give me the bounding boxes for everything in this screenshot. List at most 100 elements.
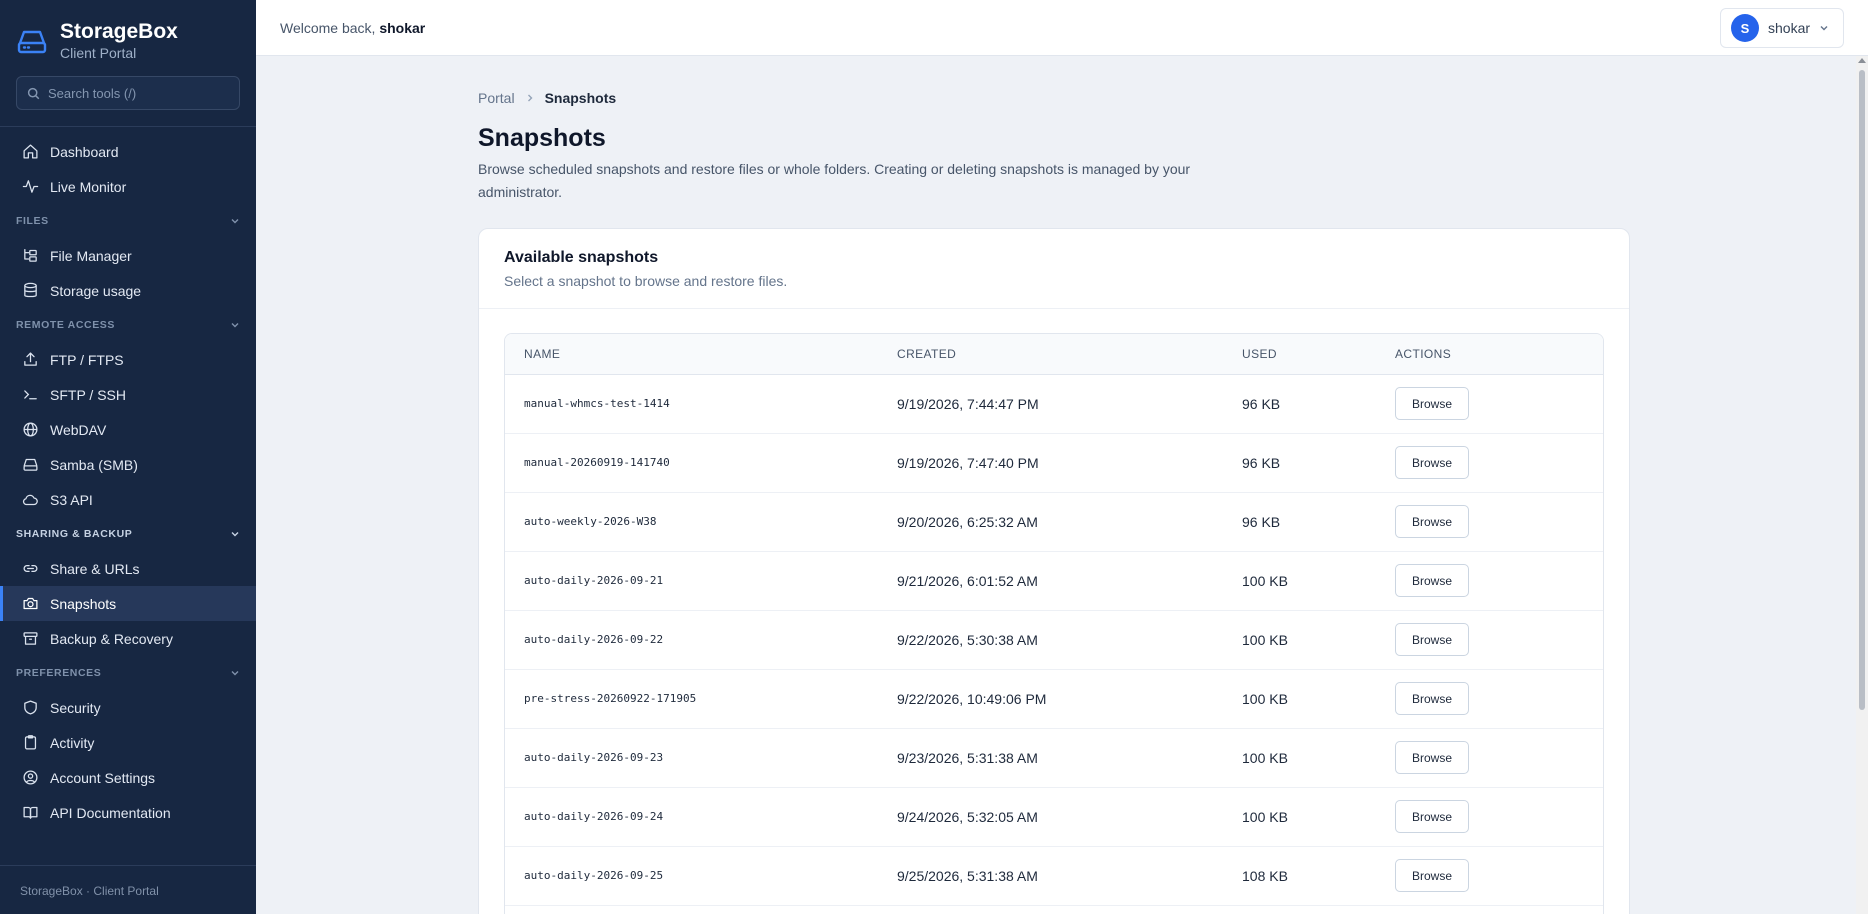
snapshot-used: 96 KB: [1242, 433, 1395, 493]
browse-button[interactable]: Browse: [1395, 623, 1469, 656]
sidebar-item-webdav[interactable]: WebDAV: [0, 412, 256, 447]
sidebar-item-sftp[interactable]: SFTP / SSH: [0, 377, 256, 412]
welcome-message: Welcome back, shokar: [280, 20, 425, 36]
sidebar-item-api-documentation[interactable]: API Documentation: [0, 795, 256, 830]
sidebar-item-label: Live Monitor: [50, 178, 127, 195]
chevron-down-icon: [1820, 26, 1828, 31]
snapshot-actions: Browse: [1395, 433, 1603, 493]
user-name: shokar: [1768, 20, 1811, 36]
welcome-prefix: Welcome back,: [280, 20, 380, 36]
sidebar-nav: Dashboard Live Monitor FILES File Manage…: [0, 134, 256, 830]
snapshot-actions: Browse: [1395, 551, 1603, 611]
sidebar-item-file-manager[interactable]: File Manager: [0, 238, 256, 273]
sidebar-footer: StorageBox · Client Portal: [0, 865, 256, 914]
database-icon: [24, 282, 37, 298]
scrollbar-thumb[interactable]: [1859, 70, 1865, 710]
card-divider: [479, 308, 1629, 309]
snapshot-used: 108 KB: [1242, 846, 1395, 906]
sidebar-item-label: Activity: [50, 734, 95, 751]
snapshot-created: 9/20/2026, 6:25:32 AM: [897, 492, 1242, 552]
search-box[interactable]: [16, 76, 240, 110]
snapshot-used: 100 KB: [1242, 551, 1395, 611]
sidebar-item-ftp[interactable]: FTP / FTPS: [0, 342, 256, 377]
sidebar-item-label: Backup & Recovery: [50, 630, 173, 647]
browse-button[interactable]: Browse: [1395, 446, 1469, 479]
topbar: Welcome back, shokar S shokar: [256, 0, 1868, 56]
snapshot-name: auto-daily-2026-09-25: [505, 846, 897, 906]
sidebar-item-snapshots[interactable]: Snapshots: [0, 586, 256, 621]
sidebar-item-security[interactable]: Security: [0, 690, 256, 725]
section-preferences[interactable]: PREFERENCES: [0, 656, 256, 690]
activity-icon: [22, 180, 39, 193]
breadcrumb: Portal Snapshots: [478, 90, 616, 106]
column-header-created[interactable]: CREATED: [897, 334, 1242, 375]
user-menu-button[interactable]: S shokar: [1720, 8, 1844, 48]
sidebar-item-storage-usage[interactable]: Storage usage: [0, 273, 256, 308]
browse-button[interactable]: Browse: [1395, 741, 1469, 774]
sidebar-item-account-settings[interactable]: Account Settings: [0, 760, 256, 795]
scroll-up-arrow-icon[interactable]: [1858, 58, 1866, 63]
sidebar-item-label: Security: [50, 699, 101, 716]
card-subtitle: Select a snapshot to browse and restore …: [504, 273, 788, 289]
sidebar-item-live-monitor[interactable]: Live Monitor: [0, 169, 256, 204]
section-remote-access[interactable]: REMOTE ACCESS: [0, 308, 256, 342]
drive-icon: [23, 458, 38, 471]
snapshot-used: 100 KB: [1242, 669, 1395, 729]
snapshot-name: manual-20260919-141740: [505, 433, 897, 493]
sidebar-item-label: FTP / FTPS: [50, 351, 124, 368]
sidebar-item-label: WebDAV: [50, 421, 107, 438]
sidebar-item-label: API Documentation: [50, 804, 171, 821]
snapshot-actions: Browse: [1395, 846, 1603, 906]
sidebar-item-samba[interactable]: Samba (SMB): [0, 447, 256, 482]
sidebar-item-label: Snapshots: [50, 595, 117, 612]
table-row: auto-daily-2026-09-21 9/21/2026, 6:01:52 …: [505, 551, 1603, 611]
brand-title: StorageBox: [60, 20, 178, 43]
browse-button[interactable]: Browse: [1395, 387, 1469, 420]
search-input[interactable]: [48, 85, 228, 101]
snapshot-name: manual-whmcs-test-1414: [505, 374, 897, 434]
browse-button[interactable]: Browse: [1395, 505, 1469, 538]
camera-icon: [23, 597, 38, 610]
brand[interactable]: StorageBox Client Portal: [0, 0, 256, 82]
page-scrollbar[interactable]: [1856, 56, 1868, 914]
section-sharing-backup[interactable]: SHARING & BACKUP: [0, 517, 256, 551]
sidebar: StorageBox Client Portal Dashboard Live …: [0, 0, 256, 914]
sidebar-item-dashboard[interactable]: Dashboard: [0, 134, 256, 169]
section-files[interactable]: FILES: [0, 204, 256, 238]
sidebar-item-share-urls[interactable]: Share & URLs: [0, 551, 256, 586]
snapshot-name: auto-weekly-2026-W38: [505, 492, 897, 552]
page-description: Browse scheduled snapshots and restore f…: [478, 161, 1191, 200]
snapshot-name: auto-daily-2026-09-21: [505, 551, 897, 611]
sidebar-item-label: SFTP / SSH: [50, 386, 126, 403]
chevron-right-icon: [527, 94, 533, 102]
avatar: S: [1731, 14, 1759, 42]
sidebar-item-label: Dashboard: [50, 143, 119, 160]
column-header-name[interactable]: NAME: [505, 334, 897, 375]
user-circle-icon: [23, 770, 38, 785]
sidebar-item-activity[interactable]: Activity: [0, 725, 256, 760]
browse-button[interactable]: Browse: [1395, 564, 1469, 597]
table-row: pre-stress-20260922-171905 9/22/2026, 10:…: [505, 669, 1603, 729]
table-row: auto-daily-2026-09-25 9/25/2026, 5:31:38 …: [505, 846, 1603, 906]
terminal-icon: [24, 390, 37, 400]
sidebar-item-s3-api[interactable]: S3 API: [0, 482, 256, 517]
shield-icon: [24, 700, 37, 715]
archive-icon: [23, 632, 38, 645]
browse-button[interactable]: Browse: [1395, 859, 1469, 892]
table-header-row: NAME CREATED USED ACTIONS: [505, 334, 1603, 375]
breadcrumb-link-portal[interactable]: Portal: [478, 90, 515, 106]
chevron-down-icon: [231, 323, 239, 328]
sidebar-item-label: File Manager: [50, 247, 132, 264]
sidebar-item-label: S3 API: [50, 491, 93, 508]
snapshot-created: 9/19/2026, 7:44:47 PM: [897, 374, 1242, 434]
browse-button[interactable]: Browse: [1395, 800, 1469, 833]
browse-button[interactable]: Browse: [1395, 682, 1469, 715]
sidebar-item-backup-recovery[interactable]: Backup & Recovery: [0, 621, 256, 656]
sidebar-item-label: Account Settings: [50, 769, 156, 786]
snapshot-actions: Browse: [1395, 610, 1603, 670]
snapshot-used: 100 KB: [1242, 787, 1395, 847]
snapshot-actions: Browse: [1395, 787, 1603, 847]
cloud-icon: [22, 494, 38, 506]
column-header-used[interactable]: USED: [1242, 334, 1395, 375]
section-title: PREFERENCES: [16, 667, 102, 679]
